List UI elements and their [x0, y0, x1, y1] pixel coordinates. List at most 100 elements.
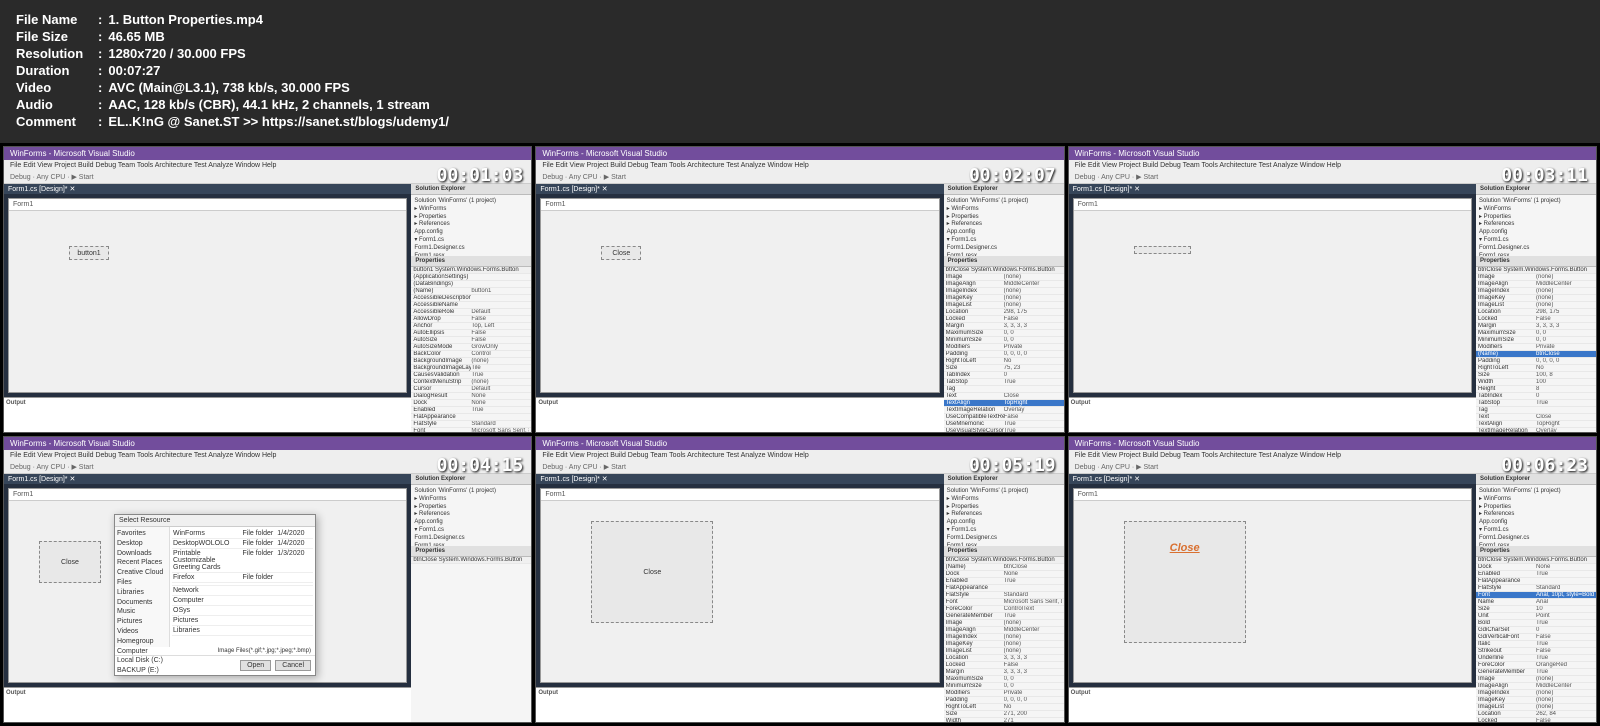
property-row[interactable]: UnderlineTrue [1476, 655, 1596, 662]
property-row[interactable]: Margin3, 3, 3, 3 [1476, 323, 1596, 330]
property-row[interactable]: AutoSizeModeGrowOnly [411, 344, 531, 351]
solution-tree[interactable]: Solution 'WinForms' (1 project)▸ WinForm… [944, 195, 1064, 256]
property-row[interactable]: RightToLeftNo [944, 704, 1064, 711]
property-row[interactable]: Size75, 23 [944, 365, 1064, 372]
property-row[interactable]: UseVisualStyleCursorTrue [944, 428, 1064, 432]
property-row[interactable]: FontMicrosoft Sans Serif, 8.25pt [944, 599, 1064, 606]
property-row[interactable]: Location3, 3, 3, 3 [944, 655, 1064, 662]
property-row[interactable]: AccessibleRoleDefault [411, 309, 531, 316]
property-row[interactable]: Tag [1476, 407, 1596, 414]
property-row[interactable]: EnabledTrue [411, 407, 531, 414]
property-row[interactable]: FlatAppearance [411, 414, 531, 421]
property-row[interactable]: ImageKey(none) [1476, 295, 1596, 302]
property-row[interactable]: DockNone [944, 571, 1064, 578]
property-row[interactable]: Image(none) [1476, 676, 1596, 683]
property-row[interactable]: ImageList(none) [944, 648, 1064, 655]
property-row[interactable]: AnchorTop, Left [411, 323, 531, 330]
property-row[interactable]: Tag [944, 386, 1064, 393]
property-row[interactable]: DockNone [1476, 564, 1596, 571]
select-resource-dialog[interactable]: Select Resource FavoritesDesktopDownload… [114, 514, 316, 676]
property-row[interactable]: FlatStyleStandard [944, 592, 1064, 599]
property-row[interactable]: RightToLeftNo [1476, 365, 1596, 372]
property-row[interactable]: (Name)btnClose [944, 564, 1064, 571]
property-row[interactable]: LockedFalse [944, 316, 1064, 323]
property-row[interactable]: MinimumSize0, 0 [944, 337, 1064, 344]
property-row[interactable]: Image(none) [1476, 274, 1596, 281]
property-row[interactable]: TextAlignTopRight [944, 400, 1064, 407]
property-row[interactable]: ImageList(none) [944, 302, 1064, 309]
designed-button[interactable] [1134, 246, 1191, 254]
property-row[interactable]: ImageAlignMiddleCenter [1476, 683, 1596, 690]
document-tab[interactable]: Form1.cs [Design]* ✕ [4, 184, 411, 194]
designed-button[interactable]: Close [601, 246, 641, 260]
property-row[interactable]: GenerateMemberTrue [944, 613, 1064, 620]
property-row[interactable]: MinimumSize0, 0 [1476, 337, 1596, 344]
property-row[interactable]: FlatStyleStandard [1476, 585, 1596, 592]
property-row[interactable]: ImageAlignMiddleCenter [1476, 281, 1596, 288]
property-row[interactable]: BackgroundImageLayoutTile [411, 365, 531, 372]
property-row[interactable]: Location262, 84 [1476, 711, 1596, 718]
property-row[interactable]: TextAlignTopRight [1476, 421, 1596, 428]
property-row[interactable]: LockedFalse [1476, 316, 1596, 323]
property-row[interactable]: TextImageRelationOverlay [944, 407, 1064, 414]
document-tab[interactable]: Form1.cs [Design]* ✕ [1069, 184, 1476, 194]
property-row[interactable]: MinimumSize0, 0 [944, 683, 1064, 690]
property-row[interactable]: Location298, 175 [1476, 309, 1596, 316]
property-row[interactable]: GdiVerticalFontFalse [1476, 634, 1596, 641]
document-tab[interactable]: Form1.cs [Design]* ✕ [4, 474, 411, 484]
property-row[interactable]: BoldTrue [1476, 620, 1596, 627]
property-row[interactable]: (ApplicationSettings) [411, 274, 531, 281]
property-row[interactable]: ForeColorOrangeRed [1476, 662, 1596, 669]
property-row[interactable]: ForeColorControlText [944, 606, 1064, 613]
property-row[interactable]: FlatStyleStandard [411, 421, 531, 428]
property-row[interactable]: Size100, 8 [1476, 372, 1596, 379]
property-row[interactable]: UnitPoint [1476, 613, 1596, 620]
property-row[interactable]: NameArial [1476, 599, 1596, 606]
solution-tree[interactable]: Solution 'WinForms' (1 project)▸ WinForm… [1476, 485, 1596, 546]
property-row[interactable]: ImageKey(none) [944, 295, 1064, 302]
property-row[interactable]: StrikeoutFalse [1476, 648, 1596, 655]
property-row[interactable]: ImageAlignMiddleCenter [944, 281, 1064, 288]
property-row[interactable]: GenerateMemberTrue [1476, 669, 1596, 676]
property-row[interactable]: ItalicTrue [1476, 641, 1596, 648]
property-row[interactable]: Padding0, 0, 0, 0 [944, 697, 1064, 704]
property-row[interactable]: ImageIndex(none) [1476, 288, 1596, 295]
property-row[interactable]: RightToLeftNo [944, 358, 1064, 365]
property-row[interactable]: ImageAlignMiddleCenter [944, 627, 1064, 634]
property-row[interactable]: Margin3, 3, 3, 3 [944, 669, 1064, 676]
designed-button[interactable]: button1 [69, 246, 109, 260]
property-row[interactable]: GdiCharSet0 [1476, 627, 1596, 634]
solution-tree[interactable]: Solution 'WinForms' (1 project)▸ WinForm… [411, 485, 531, 546]
property-row[interactable]: ImageKey(none) [944, 641, 1064, 648]
property-row[interactable]: Size271, 200 [944, 711, 1064, 718]
property-row[interactable]: Image(none) [944, 620, 1064, 627]
designed-button[interactable]: Close [39, 541, 101, 583]
property-row[interactable]: ModifiersPrivate [944, 690, 1064, 697]
property-row[interactable]: (Name)button1 [411, 288, 531, 295]
document-tab[interactable]: Form1.cs [Design]* ✕ [536, 184, 943, 194]
document-tab[interactable]: Form1.cs [Design]* ✕ [1069, 474, 1476, 484]
property-row[interactable]: Location298, 175 [944, 309, 1064, 316]
property-row[interactable]: AccessibleName [411, 302, 531, 309]
property-row[interactable]: TextImageRelationOverlay [1476, 428, 1596, 432]
property-row[interactable]: AllowDropFalse [411, 316, 531, 323]
property-row[interactable]: Margin3, 3, 3, 3 [944, 323, 1064, 330]
property-row[interactable]: LockedFalse [944, 662, 1064, 669]
property-row[interactable]: EnabledTrue [944, 578, 1064, 585]
property-row[interactable]: Image(none) [944, 274, 1064, 281]
property-row[interactable]: UseMnemonicTrue [944, 421, 1064, 428]
dialog-filelist[interactable]: WinFormsFile folder1/4/2020DesktopWOLOLO… [170, 527, 315, 647]
property-row[interactable]: ImageIndex(none) [944, 288, 1064, 295]
property-row[interactable]: TabStopTrue [944, 379, 1064, 386]
property-row[interactable]: TabStopTrue [1476, 400, 1596, 407]
property-row[interactable]: FontArial, 10pt, style=Bold, Italic [1476, 592, 1596, 599]
property-row[interactable]: ImageList(none) [1476, 302, 1596, 309]
property-row[interactable]: Padding0, 0, 0, 0 [944, 351, 1064, 358]
property-row[interactable]: BackgroundImage(none) [411, 358, 531, 365]
cancel-button[interactable]: Cancel [275, 660, 311, 671]
dialog-nav[interactable]: FavoritesDesktopDownloadsRecent PlacesCr… [115, 527, 170, 647]
property-row[interactable]: BackColorControl [411, 351, 531, 358]
solution-tree[interactable]: Solution 'WinForms' (1 project)▸ WinForm… [1476, 195, 1596, 256]
property-row[interactable]: MaximumSize0, 0 [1476, 330, 1596, 337]
property-row[interactable]: AutoEllipsisFalse [411, 330, 531, 337]
